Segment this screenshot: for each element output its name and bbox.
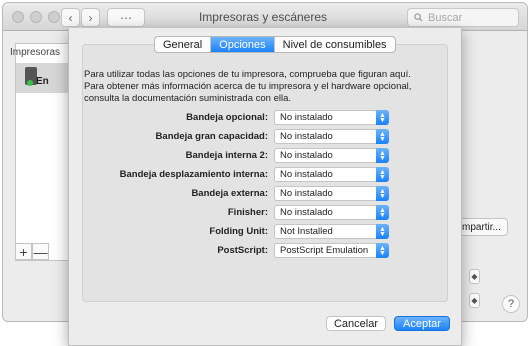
optional-tray-select[interactable]: No instalado ▲ ▼ (274, 110, 389, 125)
printer-name: En (36, 76, 49, 87)
chevron-updown-icon: ▲ ▼ (376, 224, 389, 239)
minimize-window-button[interactable] (30, 11, 42, 23)
stepper-icon[interactable]: ◆ (469, 269, 480, 284)
accept-button[interactable]: Aceptar (394, 316, 450, 331)
select-value: No instalado (280, 150, 333, 161)
status-dot-icon (27, 80, 33, 86)
chevron-updown-icon: ▲ ▼ (376, 205, 389, 220)
chevron-updown-icon: ▲ ▼ (376, 110, 389, 125)
option-label: Bandeja interna 2: (185, 150, 268, 161)
postscript-select[interactable]: PostScript Emulation ▲ ▼ (274, 243, 389, 258)
tab-general[interactable]: General (155, 37, 212, 52)
show-all-button[interactable]: ⋯ (107, 8, 145, 27)
close-window-button[interactable] (12, 11, 24, 23)
select-value: No instalado (280, 188, 333, 199)
chevron-updown-icon: ▲ ▼ (376, 148, 389, 163)
search-placeholder: Buscar (428, 11, 463, 24)
remove-printer-button[interactable]: — (32, 243, 49, 260)
external-tray-select[interactable]: No instalado ▲ ▼ (274, 186, 389, 201)
stepper-icon[interactable]: ◆ (469, 293, 480, 308)
select-value: Not Installed (280, 226, 333, 237)
chevron-right-icon: › (88, 10, 93, 25)
chevron-updown-icon: ▲ ▼ (376, 243, 389, 258)
zoom-window-button[interactable] (48, 11, 60, 23)
finisher-select[interactable]: No instalado ▲ ▼ (274, 205, 389, 220)
tab-bar: General Opciones Nivel de consumibles (154, 36, 396, 53)
intro-text: Para utilizar todas las opciones de tu i… (84, 69, 412, 104)
folding-unit-select[interactable]: Not Installed ▲ ▼ (274, 224, 389, 239)
option-label: PostScript: (217, 245, 268, 256)
option-label: Finisher: (227, 207, 268, 218)
select-value: No instalado (280, 112, 333, 123)
option-label: Folding Unit: (209, 226, 268, 237)
chevron-updown-icon: ▲ ▼ (376, 186, 389, 201)
grid-icon: ⋯ (120, 10, 132, 25)
option-label: Bandeja externa: (191, 188, 268, 199)
search-field[interactable]: Buscar (407, 8, 519, 27)
cancel-button[interactable]: Cancelar (326, 316, 386, 331)
printers-list-label: Impresoras (10, 47, 61, 58)
internal-shift-tray-select[interactable]: No instalado ▲ ▼ (274, 167, 389, 182)
large-capacity-tray-select[interactable]: No instalado ▲ ▼ (274, 129, 389, 144)
share-printer-button[interactable]: mpartir... (455, 218, 508, 236)
back-button[interactable]: ‹ (61, 8, 80, 27)
add-printer-button[interactable]: + (15, 243, 32, 260)
forward-button[interactable]: › (81, 8, 100, 27)
select-value: No instalado (280, 131, 333, 142)
options-sheet: General Opciones Nivel de consumibles Pa… (68, 28, 462, 346)
tab-supply-levels[interactable]: Nivel de consumibles (275, 37, 395, 52)
internal-tray-2-select[interactable]: No instalado ▲ ▼ (274, 148, 389, 163)
chevron-updown-icon: ▲ ▼ (376, 129, 389, 144)
tab-options[interactable]: Opciones (211, 37, 275, 52)
option-label: Bandeja desplazamiento interna: (119, 169, 268, 180)
help-button[interactable]: ? (502, 295, 520, 313)
select-value: No instalado (280, 169, 333, 180)
printer-list-item[interactable]: En (16, 63, 71, 93)
title-bar: ‹ › ⋯ Impresoras y escáneres Buscar (3, 3, 527, 31)
chevron-left-icon: ‹ (68, 10, 73, 25)
select-value: No instalado (280, 207, 333, 218)
option-label: Bandeja gran capacidad: (155, 131, 268, 142)
window-title: Impresoras y escáneres (198, 10, 328, 24)
search-icon (414, 13, 423, 22)
chevron-updown-icon: ▲ ▼ (376, 167, 389, 182)
select-value: PostScript Emulation (280, 245, 369, 256)
option-label: Bandeja opcional: (186, 112, 268, 123)
